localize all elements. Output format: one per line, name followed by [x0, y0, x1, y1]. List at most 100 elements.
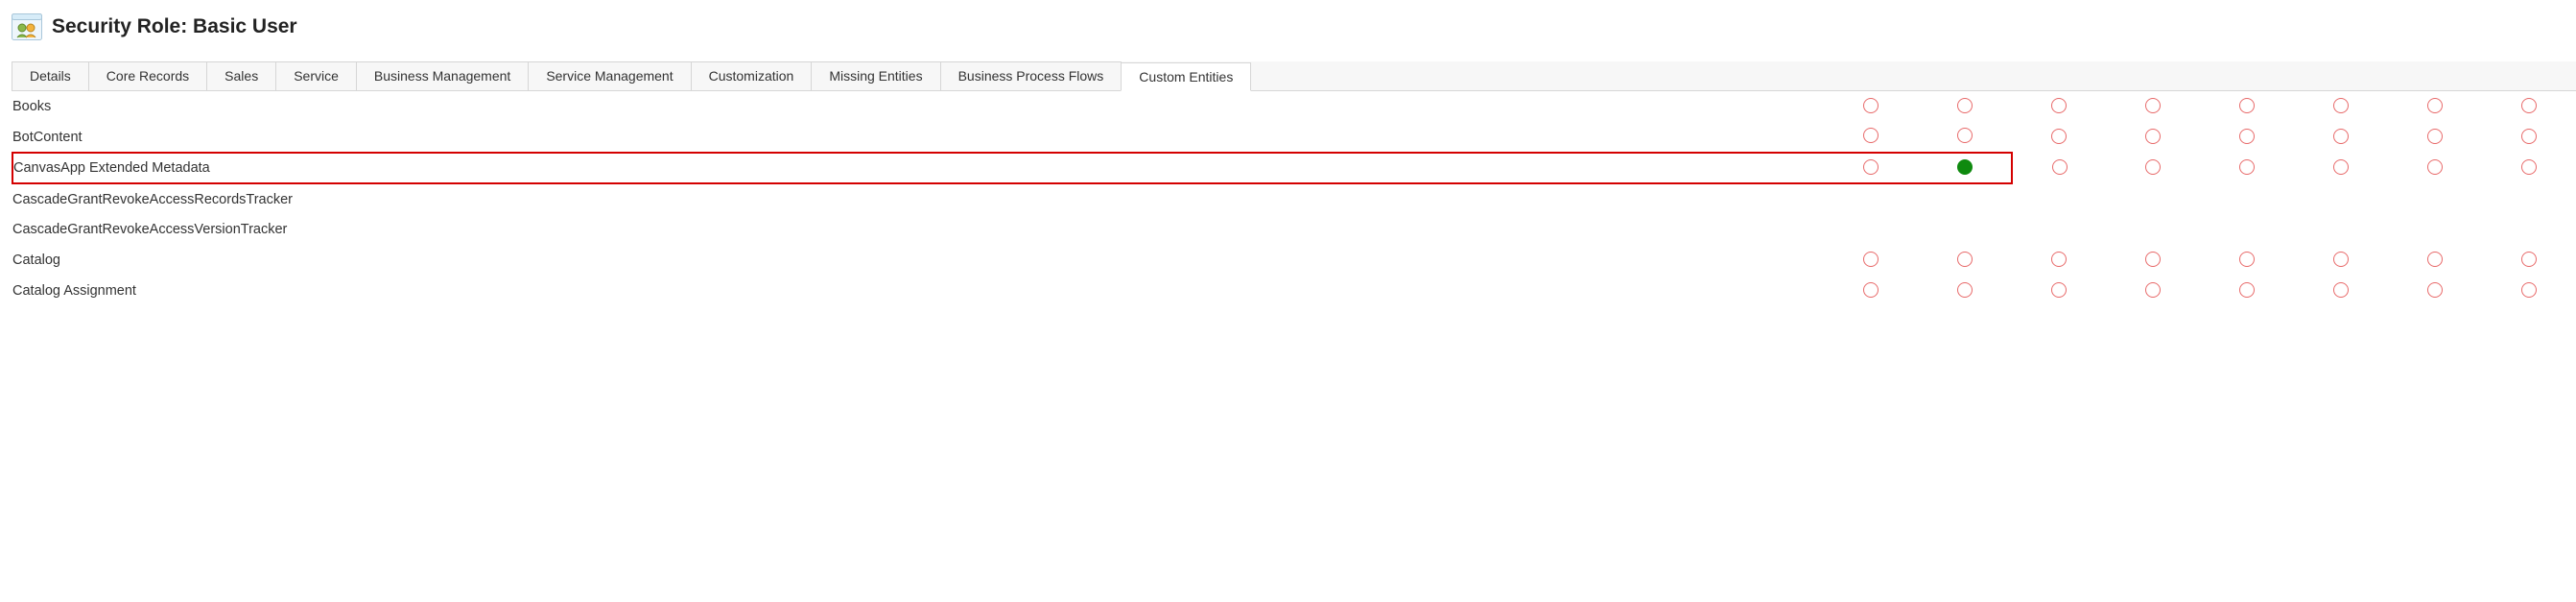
privilege-none-icon[interactable]: [2521, 129, 2537, 144]
page-title: Security Role: Basic User: [52, 15, 297, 38]
privilege-none-icon[interactable]: [2521, 98, 2537, 113]
privilege-none-icon[interactable]: [1957, 282, 1973, 298]
privilege-none-icon[interactable]: [2145, 282, 2161, 298]
privilege-cell: [2200, 153, 2294, 183]
privilege-cell: [1824, 276, 1918, 306]
privilege-none-icon[interactable]: [2427, 282, 2443, 298]
privilege-none-icon[interactable]: [2427, 129, 2443, 144]
privilege-cell: [2106, 122, 2200, 153]
privilege-none-icon[interactable]: [2521, 159, 2537, 175]
privilege-cell: [2012, 214, 2106, 245]
entity-name-cell: Catalog: [12, 245, 1824, 276]
tab-business-process-flows[interactable]: Business Process Flows: [940, 61, 1123, 90]
privilege-none-icon[interactable]: [1863, 159, 1879, 175]
privilege-none-icon[interactable]: [2333, 98, 2349, 113]
privilege-cell: [2482, 153, 2576, 183]
entity-name-cell: BotContent: [12, 122, 1824, 153]
table-row: BotContent: [12, 122, 2576, 153]
privilege-cell: [2482, 183, 2576, 214]
privilege-none-icon[interactable]: [2333, 129, 2349, 144]
privilege-none-icon[interactable]: [2239, 282, 2255, 298]
privilege-none-icon[interactable]: [2051, 252, 2067, 267]
privilege-cell: [1918, 183, 2012, 214]
tab-missing-entities[interactable]: Missing Entities: [811, 61, 940, 90]
privilege-cell: [2482, 276, 2576, 306]
privilege-none-icon[interactable]: [2239, 159, 2255, 175]
privilege-full-icon[interactable]: [1957, 159, 1973, 175]
privilege-none-icon[interactable]: [2145, 98, 2161, 113]
entity-name-cell: Catalog Assignment: [12, 276, 1824, 306]
privilege-none-icon[interactable]: [2521, 282, 2537, 298]
privilege-none-icon[interactable]: [2145, 159, 2161, 175]
privilege-cell: [2294, 122, 2388, 153]
privilege-none-icon[interactable]: [1863, 128, 1879, 143]
privilege-cell: [2482, 91, 2576, 122]
privilege-cell: [2482, 214, 2576, 245]
privilege-none-icon[interactable]: [2333, 282, 2349, 298]
privilege-none-icon[interactable]: [1863, 98, 1879, 113]
privilege-cell: [2482, 122, 2576, 153]
tab-sales[interactable]: Sales: [206, 61, 276, 90]
privilege-cell: [2388, 183, 2482, 214]
privilege-cell: [2200, 276, 2294, 306]
privilege-none-icon[interactable]: [1957, 98, 1973, 113]
privilege-cell: [1918, 214, 2012, 245]
tab-custom-entities[interactable]: Custom Entities: [1121, 62, 1251, 91]
privilege-none-icon[interactable]: [2333, 159, 2349, 175]
privilege-none-icon[interactable]: [1957, 128, 1973, 143]
privilege-none-icon[interactable]: [1863, 252, 1879, 267]
privilege-none-icon[interactable]: [2427, 252, 2443, 267]
privilege-cell: [1918, 91, 2012, 122]
privilege-none-icon[interactable]: [2145, 129, 2161, 144]
tab-customization[interactable]: Customization: [691, 61, 813, 90]
tab-strip: DetailsCore RecordsSalesServiceBusiness …: [12, 61, 2576, 91]
privilege-cell: [2388, 245, 2482, 276]
table-row: Catalog Assignment: [12, 276, 2576, 306]
privilege-none-icon[interactable]: [2051, 129, 2067, 144]
privilege-cell: [2012, 276, 2106, 306]
entity-privilege-grid: BooksBotContentCanvasApp Extended Metada…: [12, 91, 2576, 306]
privilege-none-icon[interactable]: [2052, 159, 2068, 175]
privilege-cell: [2106, 183, 2200, 214]
privilege-cell: [1824, 153, 1918, 183]
privilege-none-icon[interactable]: [2051, 282, 2067, 298]
privilege-cell: [2294, 91, 2388, 122]
privilege-cell: [2294, 245, 2388, 276]
entity-name-cell: CanvasApp Extended Metadata: [12, 153, 1824, 183]
privilege-cell: [1824, 183, 1918, 214]
privilege-cell: [2388, 122, 2482, 153]
table-row: CascadeGrantRevokeAccessVersionTracker: [12, 214, 2576, 245]
tab-service[interactable]: Service: [275, 61, 357, 90]
privilege-cell: [2388, 153, 2482, 183]
privilege-none-icon[interactable]: [2333, 252, 2349, 267]
privilege-cell: [2294, 276, 2388, 306]
security-role-icon: [12, 13, 42, 40]
privilege-cell: [2106, 153, 2200, 183]
privilege-cell: [2012, 91, 2106, 122]
tab-details[interactable]: Details: [12, 61, 89, 90]
privilege-none-icon[interactable]: [2051, 98, 2067, 113]
privilege-cell: [1918, 245, 2012, 276]
privilege-cell: [2294, 183, 2388, 214]
privilege-cell: [2012, 122, 2106, 153]
privilege-cell: [2200, 122, 2294, 153]
privilege-cell: [1824, 245, 1918, 276]
privilege-cell: [2200, 183, 2294, 214]
tab-business-management[interactable]: Business Management: [356, 61, 529, 90]
privilege-none-icon[interactable]: [2239, 129, 2255, 144]
privilege-cell: [2482, 245, 2576, 276]
tab-service-management[interactable]: Service Management: [528, 61, 691, 90]
privilege-none-icon[interactable]: [2427, 98, 2443, 113]
privilege-cell: [2294, 214, 2388, 245]
tab-core-records[interactable]: Core Records: [88, 61, 207, 90]
privilege-cell: [1824, 91, 1918, 122]
privilege-none-icon[interactable]: [1957, 252, 1973, 267]
privilege-none-icon[interactable]: [2427, 159, 2443, 175]
privilege-none-icon[interactable]: [2521, 252, 2537, 267]
privilege-none-icon[interactable]: [2239, 252, 2255, 267]
privilege-none-icon[interactable]: [1863, 282, 1879, 298]
page-header: Security Role: Basic User: [0, 0, 2576, 61]
privilege-none-icon[interactable]: [2239, 98, 2255, 113]
privilege-cell: [2200, 245, 2294, 276]
privilege-none-icon[interactable]: [2145, 252, 2161, 267]
